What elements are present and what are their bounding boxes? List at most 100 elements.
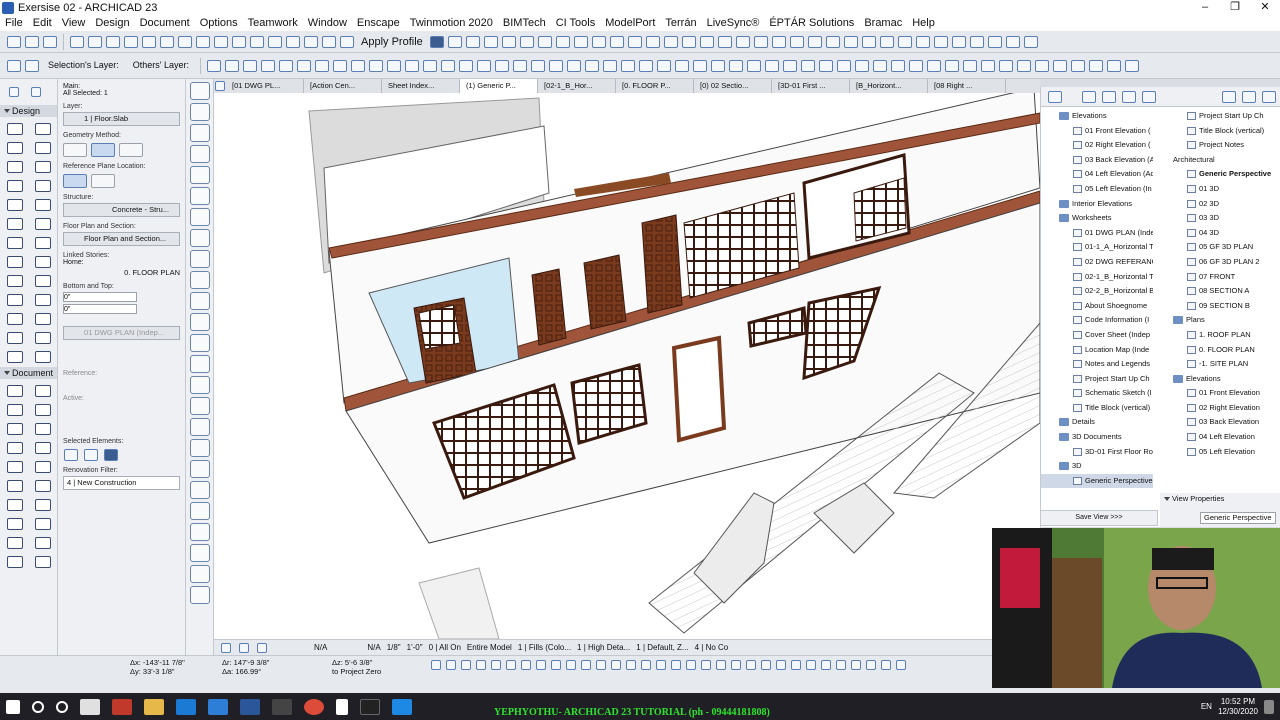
toolbar-icon[interactable] <box>531 59 546 72</box>
design-section-header[interactable]: Design <box>0 105 57 117</box>
navigator-item[interactable]: 0. FLOOR PLAN <box>1169 343 1280 358</box>
design-tool-icon[interactable] <box>7 142 23 154</box>
file-explorer-icon[interactable] <box>144 698 164 715</box>
toolbar-icon[interactable] <box>207 59 222 72</box>
control-icon[interactable] <box>836 660 846 670</box>
navigator-item[interactable]: 01 DWG PLAN (Inde <box>1041 226 1153 241</box>
navigator-item[interactable]: 02-1_B_Horizontal T <box>1041 270 1153 285</box>
navigator-item[interactable]: 02 Right Elevation <box>1169 401 1280 416</box>
toolbar-icon[interactable] <box>603 59 618 72</box>
menu-modelport[interactable]: ModelPort <box>600 17 660 29</box>
toolbar-icon[interactable] <box>315 59 330 72</box>
toolbar-icon[interactable] <box>735 35 750 48</box>
navigator-item[interactable]: Title Block (vertical) <box>1041 401 1153 416</box>
design-tool-icon[interactable] <box>35 180 51 192</box>
navigator-item[interactable]: Architectural <box>1169 153 1280 168</box>
menu-document[interactable]: Document <box>135 17 195 29</box>
menu-design[interactable]: Design <box>90 17 134 29</box>
navigator-item[interactable]: Code Information (I <box>1041 313 1153 328</box>
side-tool-icon[interactable] <box>190 502 210 520</box>
toolbar-icon[interactable] <box>717 35 732 48</box>
navigator-item[interactable]: Details <box>1041 415 1153 430</box>
scale-value[interactable]: 1/8" <box>387 643 401 652</box>
control-icon[interactable] <box>506 660 516 670</box>
close-button[interactable]: ✕ <box>1250 0 1280 15</box>
toolbar-icon[interactable] <box>477 59 492 72</box>
toolbar-icon[interactable] <box>771 35 786 48</box>
document-tool-icon[interactable] <box>35 385 51 397</box>
design-tool-icon[interactable] <box>7 218 23 230</box>
undo-view-icon[interactable] <box>221 642 231 653</box>
toolbar-icon[interactable] <box>160 35 174 48</box>
windows-start-icon[interactable] <box>6 699 20 714</box>
design-tool-icon[interactable] <box>7 351 23 363</box>
document-tool-icon[interactable] <box>35 537 51 549</box>
side-tool-icon[interactable] <box>190 334 210 352</box>
toolbar-icon[interactable] <box>819 59 834 72</box>
control-icon[interactable] <box>551 660 561 670</box>
toolbar-icon[interactable] <box>969 35 984 48</box>
navigator-item[interactable]: 03 3D <box>1169 211 1280 226</box>
document-tool-icon[interactable] <box>35 423 51 435</box>
side-tool-icon[interactable] <box>190 292 210 310</box>
toolbar-icon[interactable] <box>351 59 366 72</box>
others-layer-control[interactable]: Others' Layer: <box>133 61 189 70</box>
design-tool-icon[interactable] <box>35 218 51 230</box>
menu-terr-n[interactable]: Terrán <box>660 17 701 29</box>
task-view-icon[interactable] <box>80 698 100 715</box>
design-tool-icon[interactable] <box>35 294 51 306</box>
toolbar-icon[interactable] <box>783 59 798 72</box>
side-tool-icon[interactable] <box>190 376 210 394</box>
toolbar-icon[interactable] <box>789 35 804 48</box>
design-tool-icon[interactable] <box>35 351 51 363</box>
document-tool-icon[interactable] <box>7 499 23 511</box>
view-tab[interactable]: [0) 02 Sectio... <box>694 79 772 93</box>
view-tab[interactable]: (1) Generic P... <box>460 79 538 93</box>
toolbar-icon[interactable] <box>214 35 228 48</box>
design-tool-icon[interactable] <box>7 237 23 249</box>
design-tool-icon[interactable] <box>7 180 23 192</box>
toolbar-icon[interactable] <box>657 59 672 72</box>
toolbar-icon[interactable] <box>747 59 762 72</box>
navigator-item[interactable]: Schematic Sketch (I <box>1041 386 1153 401</box>
side-tool-icon[interactable] <box>190 229 210 247</box>
menu-options[interactable]: Options <box>195 17 243 29</box>
toolbar-icon[interactable] <box>387 59 402 72</box>
document-tool-icon[interactable] <box>7 404 23 416</box>
cortana-icon[interactable] <box>56 700 68 713</box>
toolbar-icon[interactable] <box>843 35 858 48</box>
toolbar-icon[interactable] <box>459 59 474 72</box>
menu-twinmotion-2020[interactable]: Twinmotion 2020 <box>405 17 498 29</box>
toolbar-icon[interactable] <box>7 59 21 72</box>
navigator-item[interactable]: Project Start Up Ch <box>1169 109 1280 124</box>
toolbar-icon[interactable] <box>423 59 438 72</box>
navigator-item[interactable]: Notes and Legends <box>1041 357 1153 372</box>
side-tool-icon[interactable] <box>190 145 210 163</box>
side-tool-icon[interactable] <box>190 523 210 541</box>
home-story-value[interactable]: 0. FLOOR PLAN <box>63 268 180 277</box>
toolbar-icon[interactable] <box>25 35 39 48</box>
toolbar-icon[interactable] <box>663 35 678 48</box>
navigator-item[interactable]: 02 3D <box>1169 197 1280 212</box>
design-tool-icon[interactable] <box>7 161 23 173</box>
control-icon[interactable] <box>791 660 801 670</box>
design-tool-icon[interactable] <box>7 275 23 287</box>
control-icon[interactable] <box>521 660 531 670</box>
view-tab[interactable]: [B_Horizont... <box>850 79 928 93</box>
design-tool-icon[interactable] <box>35 199 51 211</box>
side-tool-icon[interactable] <box>190 313 210 331</box>
navigator-item[interactable]: 01 Front Elevation <box>1169 386 1280 401</box>
document-tool-icon[interactable] <box>7 518 23 530</box>
layer-combo-value[interactable]: 0 | All On <box>429 643 461 652</box>
toolbar-icon[interactable] <box>1089 59 1104 72</box>
side-tool-icon[interactable] <box>190 439 210 457</box>
navigator-item[interactable]: 01 Front Elevation ( <box>1041 124 1153 139</box>
toolbar-icon[interactable] <box>627 35 642 48</box>
navigator-item[interactable]: 02 DWG REFERANC <box>1041 255 1153 270</box>
toolbar-icon[interactable] <box>801 59 816 72</box>
side-tool-icon[interactable] <box>190 124 210 142</box>
toolbar-icon[interactable] <box>1017 59 1032 72</box>
toolbar-icon[interactable] <box>429 35 444 48</box>
control-icon[interactable] <box>536 660 546 670</box>
view-map-icon[interactable] <box>1102 91 1116 103</box>
